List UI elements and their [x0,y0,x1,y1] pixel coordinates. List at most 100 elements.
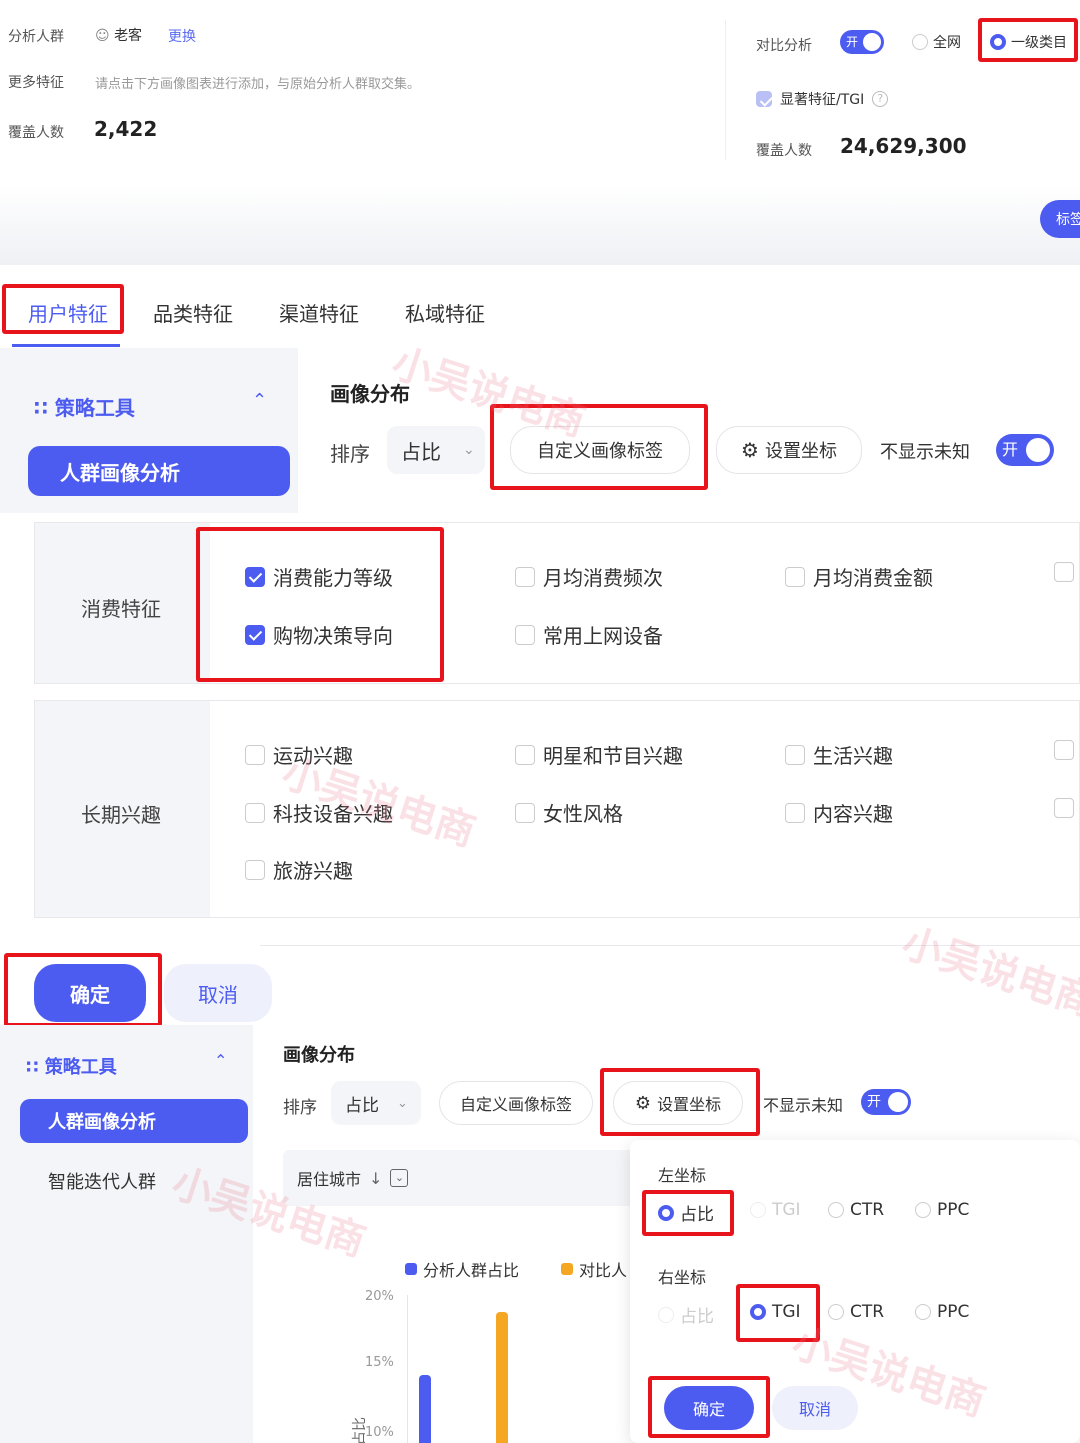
option-text: PPC [937,1200,970,1220]
option-celebrity[interactable]: 明星和节目兴趣 [515,740,683,769]
option-text: 月均消费金额 [813,566,933,590]
bar-compare[interactable] [496,1312,508,1443]
option-monthly-frequency[interactable]: 月均消费频次 [515,562,663,591]
legend-analysis[interactable]: 分析人群占比 [405,1257,519,1281]
sidebar-section[interactable]: ∷ 策略工具 [26,1053,117,1079]
legend-swatch-blue [405,1263,417,1275]
option-monthly-amount[interactable]: 月均消费金额 [785,562,933,591]
option-text: 内容兴趣 [813,802,893,826]
left-axis-option-ctr[interactable]: CTR [828,1200,884,1220]
highlight-box [196,527,444,682]
sidebar-item-crowd-portrait[interactable]: 人群画像分析 [28,446,290,496]
opt-all-network[interactable]: 全网 [912,32,961,52]
set-axis-button[interactable]: ⚙ 设置坐标 [716,426,862,474]
coverage2-label: 覆盖人数 [756,143,812,159]
toggle-text: 开 [867,1094,881,1110]
sort-select[interactable]: 占比 ⌄ [331,1081,421,1125]
radio-icon [828,1304,844,1320]
checkbox-icon [245,802,265,823]
popup-cancel-button[interactable]: 取消 [772,1386,858,1430]
coverage-label: 覆盖人数 [8,125,64,141]
change-group-link[interactable]: 更换 [168,26,196,46]
option-text: 女性风格 [543,802,623,826]
checkbox-icon [1054,798,1074,818]
legend-swatch-orange [561,1263,573,1275]
city-column-header[interactable]: 居住城市 ↓ ⌄ [283,1150,643,1206]
tab-bar: 用户特征 品类特征 渠道特征 私域特征 [0,270,1080,348]
option-text: CTR [850,1200,885,1220]
y-tick: 20% [365,1289,394,1304]
hide-unknown-toggle[interactable]: 开 [861,1089,911,1115]
option-travel[interactable]: 旅游兴趣 [245,855,353,884]
group-name: 长期兴趣 [81,803,161,827]
feature-group-consumption: 消费特征 [34,522,1080,684]
highlight-box [2,284,124,334]
more-features-hint: 请点击下方画像图表进行添加，与原始分析人群取交集。 [95,77,421,92]
compare-label: 对比分析 [756,38,812,54]
radio-icon [915,1304,931,1320]
user-icon: ☺ [95,28,110,44]
set-axis-text: 设置坐标 [764,441,837,462]
option-text: 月均消费频次 [543,566,663,590]
option-text: PPC [937,1302,970,1322]
sort-select[interactable]: 占比 ⌄ [387,426,485,474]
axis-settings-popup: 左坐标 占比 TGI CTR PPC 右坐标 占比 TGI CTR PPC 确定… [630,1140,1080,1443]
group-name-text: 老客 [114,28,143,44]
toggle-text: 开 [1002,440,1019,459]
option-more-cut[interactable] [1054,798,1074,818]
section-title: 画像分布 [283,1045,355,1066]
filter-icon[interactable]: ⌄ [390,1169,409,1187]
radio-disabled-icon [750,1202,766,1218]
group-name: 消费特征 [81,597,161,621]
option-sports[interactable]: 运动兴趣 [245,740,353,769]
custom-tag-button[interactable]: 自定义画像标签 [439,1081,593,1125]
option-more-cut[interactable] [1054,740,1074,760]
checkbox-icon [515,566,535,587]
option-female-style[interactable]: 女性风格 [515,798,623,827]
gear-icon: ⚙ [741,438,759,462]
highlight-box [978,18,1078,62]
chevron-up-icon[interactable]: ⌃ [214,1051,227,1070]
tab-channel-features[interactable]: 渠道特征 [279,298,359,327]
right-axis-option-ppc[interactable]: PPC [915,1302,969,1322]
significant-feature-checkbox[interactable]: 显著特征/TGI ? [756,89,889,109]
legend-compare[interactable]: 对比人 [561,1257,627,1281]
section-title: 画像分布 [330,382,410,406]
tab-private-features[interactable]: 私域特征 [405,298,485,327]
option-content[interactable]: 内容兴趣 [785,798,893,827]
tab-category-features[interactable]: 品类特征 [153,298,233,327]
option-text: 旅游兴趣 [273,859,353,883]
active-tab-indicator [12,344,120,347]
help-icon[interactable]: ? [872,91,889,107]
sidebar: ∷ 策略工具 ⌃ 人群画像分析 [0,348,298,513]
compare-toggle[interactable]: 开 [840,30,884,54]
grid-icon: ∷ [34,396,48,420]
option-life[interactable]: 生活兴趣 [785,740,893,769]
sidebar-item-smart-iteration[interactable]: 智能迭代人群 [48,1168,156,1194]
watermark: 小吴说电商 [896,920,1080,1026]
option-tech-device[interactable]: 科技设备兴趣 [245,798,393,827]
radio-icon [828,1202,844,1218]
option-more-cut[interactable] [1054,562,1074,582]
sidebar-section[interactable]: ∷ 策略工具 [34,392,135,421]
sidebar-2: ∷ 策略工具 ⌃ 人群画像分析 智能迭代人群 [0,1025,253,1443]
cancel-button[interactable]: 取消 [164,964,272,1022]
highlight-box [736,1284,820,1342]
coverage2-value: 24,629,300 [840,134,967,158]
hide-unknown-toggle[interactable]: 开 [996,434,1054,466]
left-axis-option-ppc[interactable]: PPC [915,1200,969,1220]
option-text: 运动兴趣 [273,744,353,768]
tag-button[interactable]: 标签 [1040,200,1080,238]
top-info-panel: 分析人群 ☺ 老客 更换 更多特征 请点击下方画像图表进行添加，与原始分析人群取… [0,0,1080,185]
option-common-device[interactable]: 常用上网设备 [515,620,663,649]
sort-value: 占比 [401,439,441,464]
toggle-text: 开 [846,35,859,49]
chevron-up-icon[interactable]: ⌃ [252,390,267,411]
highlight-box [600,1068,760,1136]
radio-icon [915,1202,931,1218]
checkbox-icon [785,744,805,765]
bar-analysis[interactable] [419,1375,431,1443]
right-axis-option-ctr[interactable]: CTR [828,1302,884,1322]
sidebar-item-crowd-portrait[interactable]: 人群画像分析 [20,1099,248,1143]
checkbox-icon [245,744,265,765]
